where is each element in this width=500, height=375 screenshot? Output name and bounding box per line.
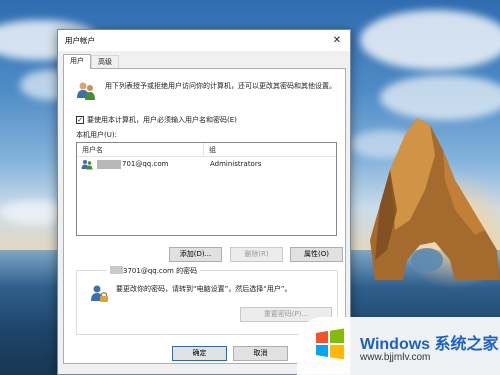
users-tab-panel: 用下列表授予或拒绝用户访问你的计算机，还可以更改其密码和其他设置。 ✓ 要使用本… (63, 68, 346, 364)
tab-users[interactable]: 用户 (63, 54, 91, 69)
redacted-text (97, 159, 121, 169)
watermark-url: www.bjjmlv.com (360, 352, 431, 363)
user-name: 701@qq.com (122, 160, 169, 168)
require-login-label: 要使用本计算机，用户必须输入用户名和密码(E) (87, 116, 237, 124)
user-password-icon (91, 285, 108, 302)
table-header: 用户名 组 (77, 143, 336, 157)
window-title: 用户帐户 (65, 36, 95, 45)
add-user-button[interactable]: 添加(D)... (169, 247, 222, 262)
rock-arch-image (370, 118, 500, 280)
table-row[interactable]: 701@qq.com Administrators (77, 157, 336, 171)
password-hint-text: 要更改你的密码，请转到“电脑设置”，然后选择“用户”。 (116, 285, 292, 293)
ok-button[interactable]: 确定 (172, 346, 227, 361)
users-list-label: 本机用户(U): (76, 131, 117, 139)
properties-button[interactable]: 属性(O) (290, 247, 343, 262)
column-header-group[interactable]: 组 (204, 143, 216, 156)
users-icon (77, 82, 95, 100)
cancel-button[interactable]: 取消 (233, 346, 288, 361)
tab-strip: 用户 高级 (63, 54, 119, 69)
title-bar[interactable]: 用户帐户 ✕ (58, 30, 350, 51)
intro-text: 用下列表授予或拒绝用户访问你的计算机，还可以更改其密码和其他设置。 (105, 82, 336, 90)
column-header-username[interactable]: 用户名 (77, 143, 204, 156)
password-group: 3701@qq.com 的密码 要更改你的密码，请转到“电脑设置”，然后选择“用… (76, 266, 338, 335)
user-group-cell: Administrators (210, 160, 262, 168)
users-table[interactable]: 用户名 组 701@qq.com Administrators (76, 142, 337, 236)
watermark-title: Windows 系统之家 (360, 336, 499, 353)
watermark: Windows 系统之家 www.bjjmlv.com (297, 317, 500, 375)
redacted-text (110, 266, 123, 274)
user-account-icon (81, 159, 93, 169)
remove-user-button[interactable]: 删除(R) (230, 247, 283, 262)
tab-advanced[interactable]: 高级 (91, 55, 119, 69)
password-legend-text: 3701@qq.com 的密码 (123, 267, 198, 275)
user-name-cell: 701@qq.com (77, 159, 204, 170)
require-login-checkbox[interactable]: ✓ (76, 116, 84, 124)
password-group-legend: 3701@qq.com 的密码 (107, 266, 201, 276)
require-login-row[interactable]: ✓ 要使用本计算机，用户必须输入用户名和密码(E) (76, 115, 237, 125)
windows-logo-icon (316, 328, 344, 360)
close-button[interactable]: ✕ (324, 30, 350, 51)
